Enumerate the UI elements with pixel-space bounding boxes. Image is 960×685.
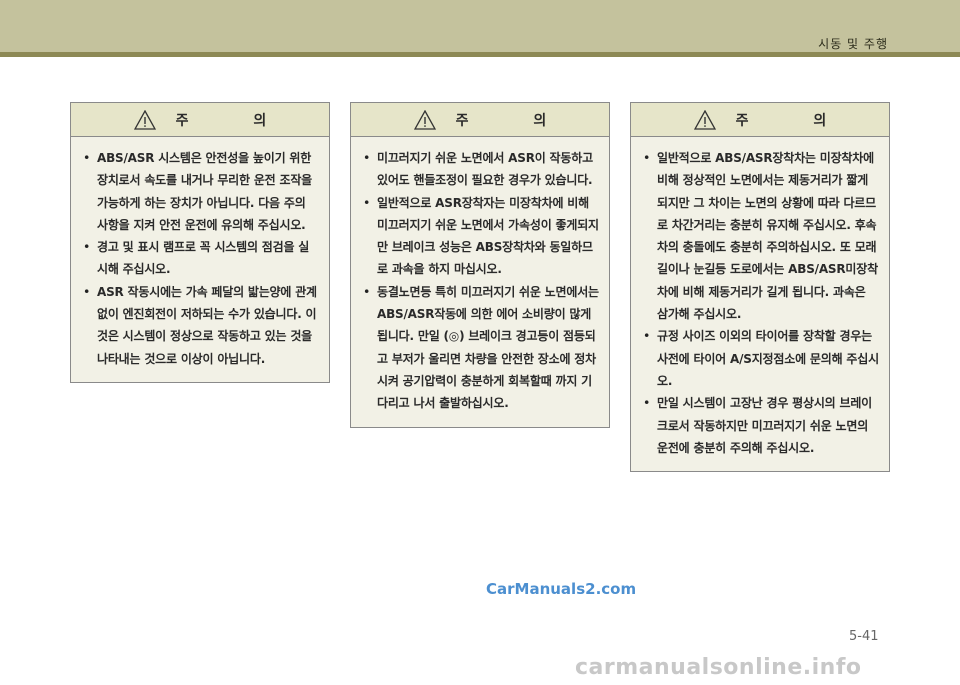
bullet: • bbox=[83, 283, 91, 299]
caution-item-text: 규정 사이즈 이외의 타이어를 장착할 경우는 사전에 타이어 A/S지정점소에… bbox=[657, 329, 879, 388]
warning-triangle-icon bbox=[413, 109, 436, 130]
caution-box-header: 주 의 bbox=[71, 103, 329, 137]
caution-item: • ASR 작동시에는 가속 페달의 밟는양에 관계없이 엔진회전이 저하되는 수… bbox=[83, 281, 319, 370]
caution-item: • ABS/ASR 시스템은 안전성을 높이기 위한 장치로서 속도를 내거나 무… bbox=[83, 147, 319, 236]
bullet: • bbox=[83, 150, 91, 165]
caution-item: • 만일 시스템이 고장난 경우 평상시의 브레이크로서 작동하지만 미끄러지기 … bbox=[643, 392, 879, 459]
caution-item-text: 동결노면등 특히 미끄러지기 쉬운 노면에서는 ABS/ASR작동에 의한 에어… bbox=[377, 284, 599, 411]
caution-body: • ABS/ASR 시스템은 안전성을 높이기 위한 장치로서 속도를 내거나 무… bbox=[71, 137, 329, 382]
caution-body: • 일반적으로 ABS/ASR장착차는 미장착차에 비해 정상적인 노면에서는 제… bbox=[631, 137, 889, 471]
bullet: • bbox=[363, 194, 371, 210]
caution-item-text: 일반적으로 ASR장착자는 미장착차에 비해 미끄러지기 쉬운 노면에서 가속성… bbox=[377, 195, 599, 277]
watermark-link[interactable]: CarManuals2.com bbox=[486, 580, 636, 598]
caution-item-text: ABS/ASR 시스템은 안전성을 높이기 위한 장치로서 속도를 내거나 무리… bbox=[97, 151, 313, 232]
header-rule bbox=[0, 52, 960, 57]
caution-item: • 경고 및 표시 램프로 꼭 시스템의 점검을 실시해 주십시오. bbox=[83, 236, 319, 281]
caution-item-text: 경고 및 표시 램프로 꼭 시스템의 점검을 실시해 주십시오. bbox=[97, 240, 310, 277]
caution-item-text: 미끄러지기 쉬운 노면에서 ASR이 작동하고 있어도 핸들조정이 필요한 경우… bbox=[377, 151, 593, 188]
section-title: 시동 및 주행 bbox=[818, 37, 888, 51]
caution-box-1: 주 의 • ABS/ASR 시스템은 안전성을 높이기 위한 장치로서 속도를 내… bbox=[70, 102, 330, 383]
caution-item-text: 일반적으로 ABS/ASR장착차는 미장착차에 비해 정상적인 노면에서는 제동… bbox=[657, 151, 878, 322]
warning-triangle-icon bbox=[693, 109, 716, 130]
caution-title: 주 의 bbox=[455, 112, 577, 129]
caution-item: • 규정 사이즈 이외의 타이어를 장착할 경우는 사전에 타이어 A/S지정점소… bbox=[643, 325, 879, 392]
caution-box-2: 주 의 • 미끄러지기 쉬운 노면에서 ASR이 작동하고 있어도 핸들조정이 필… bbox=[350, 102, 610, 428]
caution-item-text: ASR 작동시에는 가속 페달의 밟는양에 관계없이 엔진회전이 저하되는 수가… bbox=[97, 284, 317, 366]
bullet: • bbox=[363, 150, 371, 165]
caution-item: • 동결노면등 특히 미끄러지기 쉬운 노면에서는 ABS/ASR작동에 의한 에… bbox=[363, 281, 599, 415]
bullet: • bbox=[643, 150, 651, 165]
bullet: • bbox=[643, 395, 651, 411]
caution-box-header: 주 의 bbox=[631, 103, 889, 137]
caution-title: 주 의 bbox=[735, 112, 857, 129]
caution-item-text: 만일 시스템이 고장난 경우 평상시의 브레이크로서 작동하지만 미끄러지기 쉬… bbox=[657, 396, 873, 455]
page-number: 5-41 bbox=[849, 629, 879, 644]
caution-item: • 미끄러지기 쉬운 노면에서 ASR이 작동하고 있어도 핸들조정이 필요한 경… bbox=[363, 147, 599, 192]
header-band bbox=[0, 0, 960, 52]
bullet: • bbox=[643, 328, 651, 344]
bullet: • bbox=[363, 283, 371, 299]
caution-box-3: 주 의 • 일반적으로 ABS/ASR장착차는 미장착차에 비해 정상적인 노면에… bbox=[630, 102, 890, 473]
watermark-footer: carmanualsonline.info bbox=[575, 655, 862, 680]
caution-body: • 미끄러지기 쉬운 노면에서 ASR이 작동하고 있어도 핸들조정이 필요한 경… bbox=[351, 137, 609, 427]
caution-box-header: 주 의 bbox=[351, 103, 609, 137]
warning-triangle-icon bbox=[133, 109, 156, 130]
bullet: • bbox=[83, 239, 91, 255]
caution-title: 주 의 bbox=[175, 112, 297, 129]
caution-item: • 일반적으로 ASR장착자는 미장착차에 비해 미끄러지기 쉬운 노면에서 가속… bbox=[363, 192, 599, 281]
caution-item: • 일반적으로 ABS/ASR장착차는 미장착차에 비해 정상적인 노면에서는 제… bbox=[643, 147, 879, 325]
